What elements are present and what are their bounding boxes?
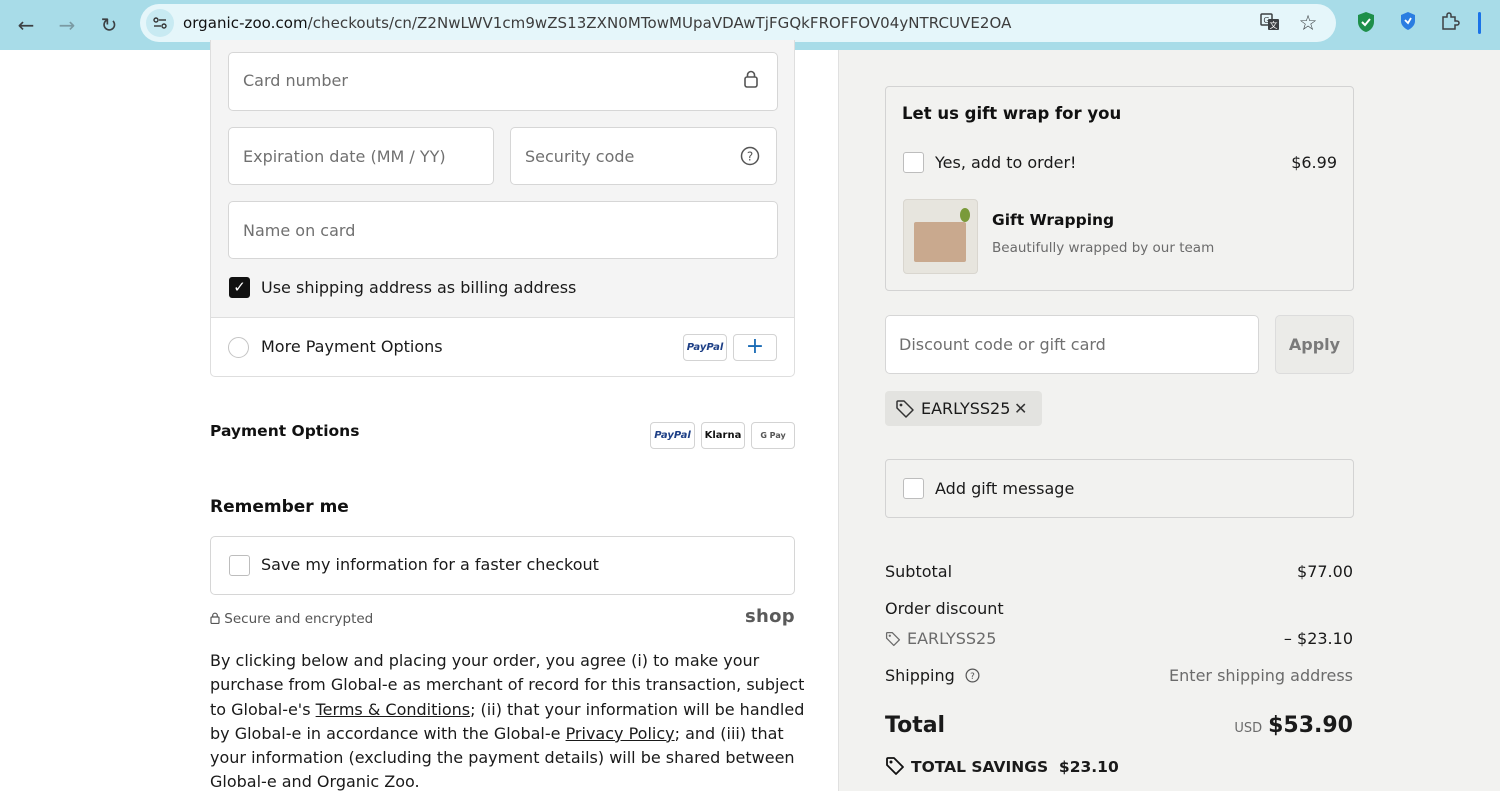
gift-wrap-title: Let us gift wrap for you [902, 104, 1122, 123]
subtotal-value: $77.00 [1297, 562, 1353, 581]
url-text[interactable]: organic-zoo.com/checkouts/cn/Z2NwLWV1cm9… [183, 4, 1011, 42]
security-code-placeholder: Security code [525, 147, 635, 166]
shipping-info-icon: ? [965, 668, 980, 683]
total-label: Total [885, 713, 946, 738]
total-savings-row: TOTAL SAVINGS $23.10 [885, 756, 1119, 776]
gift-wrap-add-label: Yes, add to order! [935, 153, 1077, 172]
gift-wrap-box: Let us gift wrap for you Yes, add to ord… [885, 86, 1354, 291]
translate-icon[interactable]: 文G [1259, 12, 1281, 34]
svg-text:G: G [1263, 16, 1269, 25]
more-payment-options-row[interactable]: More Payment Options PayPal + [210, 317, 795, 377]
shipping-value: Enter shipping address [1169, 666, 1353, 685]
klarna-option-badge: Klarna [701, 422, 745, 449]
svg-text:?: ? [747, 150, 753, 164]
secure-note: Secure and encrypted [210, 611, 373, 627]
shipping-row-label: Shipping ? [885, 666, 980, 685]
gift-message-box[interactable]: Add gift message [885, 459, 1354, 518]
gift-message-label: Add gift message [935, 479, 1075, 498]
paypal-badge: PayPal [683, 334, 727, 361]
gift-wrap-price: $6.99 [1291, 153, 1337, 172]
gpay-option-badge: G Pay [751, 422, 795, 449]
question-icon[interactable]: ? [740, 146, 760, 166]
more-payment-options-label: More Payment Options [261, 337, 443, 356]
discount-tag-icon [885, 631, 901, 647]
checkout-form-column: Card number Expiration date (MM / YY) Se… [0, 40, 838, 791]
discount-code-row: EARLYSS25 [885, 629, 996, 648]
svg-text:文: 文 [1270, 20, 1278, 30]
save-info-box[interactable]: Save my information for a faster checkou… [210, 536, 795, 595]
order-summary-column: Let us gift wrap for you Yes, add to ord… [838, 50, 1500, 791]
paypal-option-badge: PayPal [650, 422, 695, 449]
name-on-card-field[interactable]: Name on card [228, 201, 778, 259]
url-path: /checkouts/cn/Z2NwLWV1cm9wZS13ZXN0MTowMU… [307, 14, 1012, 32]
save-info-checkbox[interactable] [229, 555, 250, 576]
total-value: $53.90 [1268, 713, 1353, 738]
site-settings-icon[interactable] [146, 9, 174, 37]
billing-same-label: Use shipping address as billing address [261, 278, 577, 297]
more-payment-radio[interactable] [228, 337, 249, 358]
gift-message-checkbox[interactable] [903, 478, 924, 499]
remember-me-title: Remember me [210, 497, 349, 517]
discount-placeholder: Discount code or gift card [899, 335, 1106, 354]
shipping-label: Shipping [885, 666, 955, 685]
summary-discount-code: EARLYSS25 [907, 629, 997, 648]
brave-extension-icon[interactable] [1396, 11, 1420, 35]
puzzle-extension-icon[interactable] [1438, 11, 1462, 35]
savings-label: TOTAL SAVINGS [911, 758, 1049, 776]
privacy-policy-link[interactable]: Privacy Policy [566, 724, 675, 743]
forward-icon[interactable]: → [54, 12, 80, 38]
save-info-label: Save my information for a faster checkou… [261, 555, 599, 574]
reload-icon[interactable]: ↻ [96, 12, 122, 38]
small-lock-icon [210, 612, 220, 625]
profile-indicator [1478, 12, 1481, 34]
security-code-field[interactable]: Security code ? [510, 127, 777, 185]
address-bar[interactable]: organic-zoo.com/checkouts/cn/Z2NwLWV1cm9… [140, 4, 1336, 42]
remove-discount-icon[interactable]: ✕ [1014, 399, 1027, 418]
card-number-field[interactable]: Card number [228, 52, 778, 111]
url-host: organic-zoo.com [183, 14, 308, 32]
secure-text: Secure and encrypted [224, 611, 374, 627]
svg-text:?: ? [970, 672, 975, 682]
star-icon[interactable]: ☆ [1297, 12, 1319, 34]
card-number-placeholder: Card number [243, 71, 348, 90]
subtotal-label: Subtotal [885, 562, 953, 581]
legal-agreement-text: By clicking below and placing your order… [210, 649, 810, 791]
apply-button[interactable]: Apply [1275, 315, 1354, 374]
lock-icon [741, 70, 761, 90]
payment-options-title: Payment Options [210, 422, 360, 440]
savings-tag-icon [886, 757, 904, 775]
total-amount: USD $53.90 [1234, 713, 1353, 738]
name-on-card-placeholder: Name on card [243, 221, 356, 240]
tag-icon [896, 400, 914, 418]
expiration-placeholder: Expiration date (MM / YY) [243, 147, 446, 166]
gift-wrapping-name: Gift Wrapping [992, 211, 1115, 229]
back-icon[interactable]: ← [13, 12, 39, 38]
savings-value: $23.10 [1058, 758, 1119, 776]
discount-code-input[interactable]: Discount code or gift card [885, 315, 1259, 374]
gift-wrapping-desc: Beautifully wrapped by our team [992, 240, 1215, 256]
shield-extension-icon[interactable] [1354, 11, 1378, 35]
applied-discount-chip: EARLYSS25 ✕ [885, 391, 1042, 426]
discount-value: – $23.10 [1283, 629, 1353, 648]
expiration-date-field[interactable]: Expiration date (MM / YY) [228, 127, 494, 185]
applied-code: EARLYSS25 [921, 399, 1011, 418]
terms-link[interactable]: Terms & Conditions [316, 700, 470, 719]
gift-wrapping-image [903, 199, 978, 274]
plus-icon[interactable]: + [733, 334, 777, 361]
order-discount-label: Order discount [885, 599, 1004, 618]
gift-wrap-checkbox[interactable] [903, 152, 924, 173]
currency-code: USD [1234, 721, 1263, 736]
billing-same-checkbox[interactable]: ✓ [229, 277, 250, 298]
shop-pay-logo: shop [745, 606, 795, 627]
